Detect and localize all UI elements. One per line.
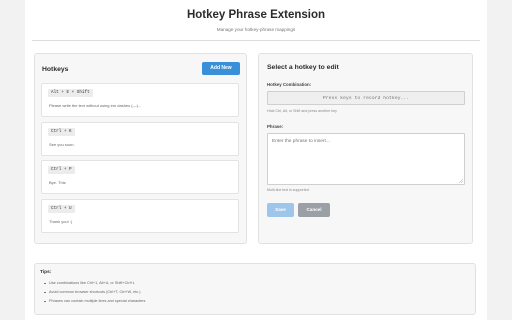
hotkey-combo-badge: Ctrl + P [48,166,75,174]
add-new-button[interactable]: Add New [202,62,240,75]
hotkey-combination-label: Hotkey Combination: [267,82,312,87]
hotkey-combo-badge: Ctrl + U [48,205,75,213]
hotkey-phrase-preview: Please write the text without using em d… [49,103,142,108]
extension-page: Hotkey Phrase Extension Manage your hotk… [25,0,487,320]
hotkey-combination-help: Hold Ctrl, Alt, or Shift and press anoth… [267,109,337,113]
hotkey-item[interactable]: Ctrl + P Bye. This [41,160,239,194]
resize-grip-icon[interactable] [458,178,463,183]
tips-title: Tips: [40,270,52,275]
page-title: Hotkey Phrase Extension [186,9,326,21]
hotkey-combo-badge: Alt + E + Shift [48,89,93,97]
hotkey-item[interactable]: Alt + E + Shift Please write the text wi… [41,83,239,117]
tip-item: Use combinations like Ctrl+1, Alt+A, or … [44,281,135,285]
hotkeys-panel-title: Hotkeys [42,66,69,73]
editor-panel: Select a hotkey to edit Hotkey Combinati… [258,53,473,244]
hotkey-combination-input[interactable] [267,91,465,105]
hotkey-phrase-preview: Bye. This [49,180,66,185]
editor-panel-title: Select a hotkey to edit [267,64,339,71]
phrase-textarea[interactable] [267,133,465,185]
hotkeys-panel: Hotkeys Add New Alt + E + Shift Please w… [34,53,247,244]
tip-item: Avoid common browser shortcuts (Ctrl+T, … [44,290,141,294]
header-divider [32,40,480,41]
cancel-button[interactable]: Cancel [298,203,330,217]
hotkey-phrase-preview: See you soon. [49,142,75,147]
save-button[interactable]: Save [267,203,294,217]
hotkey-item[interactable]: Ctrl + K See you soon. [41,122,239,156]
page-header: Hotkey Phrase Extension Manage your hotk… [25,0,487,42]
tips-panel: Tips: Use combinations like Ctrl+1, Alt+… [34,263,476,315]
page-subtitle: Manage your hotkey-phrase mappings [216,27,296,32]
hotkey-combo-badge: Ctrl + K [48,128,75,136]
phrase-help: Multi-line text is supported [267,188,309,192]
hotkey-item[interactable]: Ctrl + U Thank you! :) [41,199,239,233]
hotkey-phrase-preview: Thank you! :) [49,219,73,224]
tip-item: Phrases can contain multiple lines and s… [43,299,146,303]
phrase-label: Phrase: [267,124,284,129]
